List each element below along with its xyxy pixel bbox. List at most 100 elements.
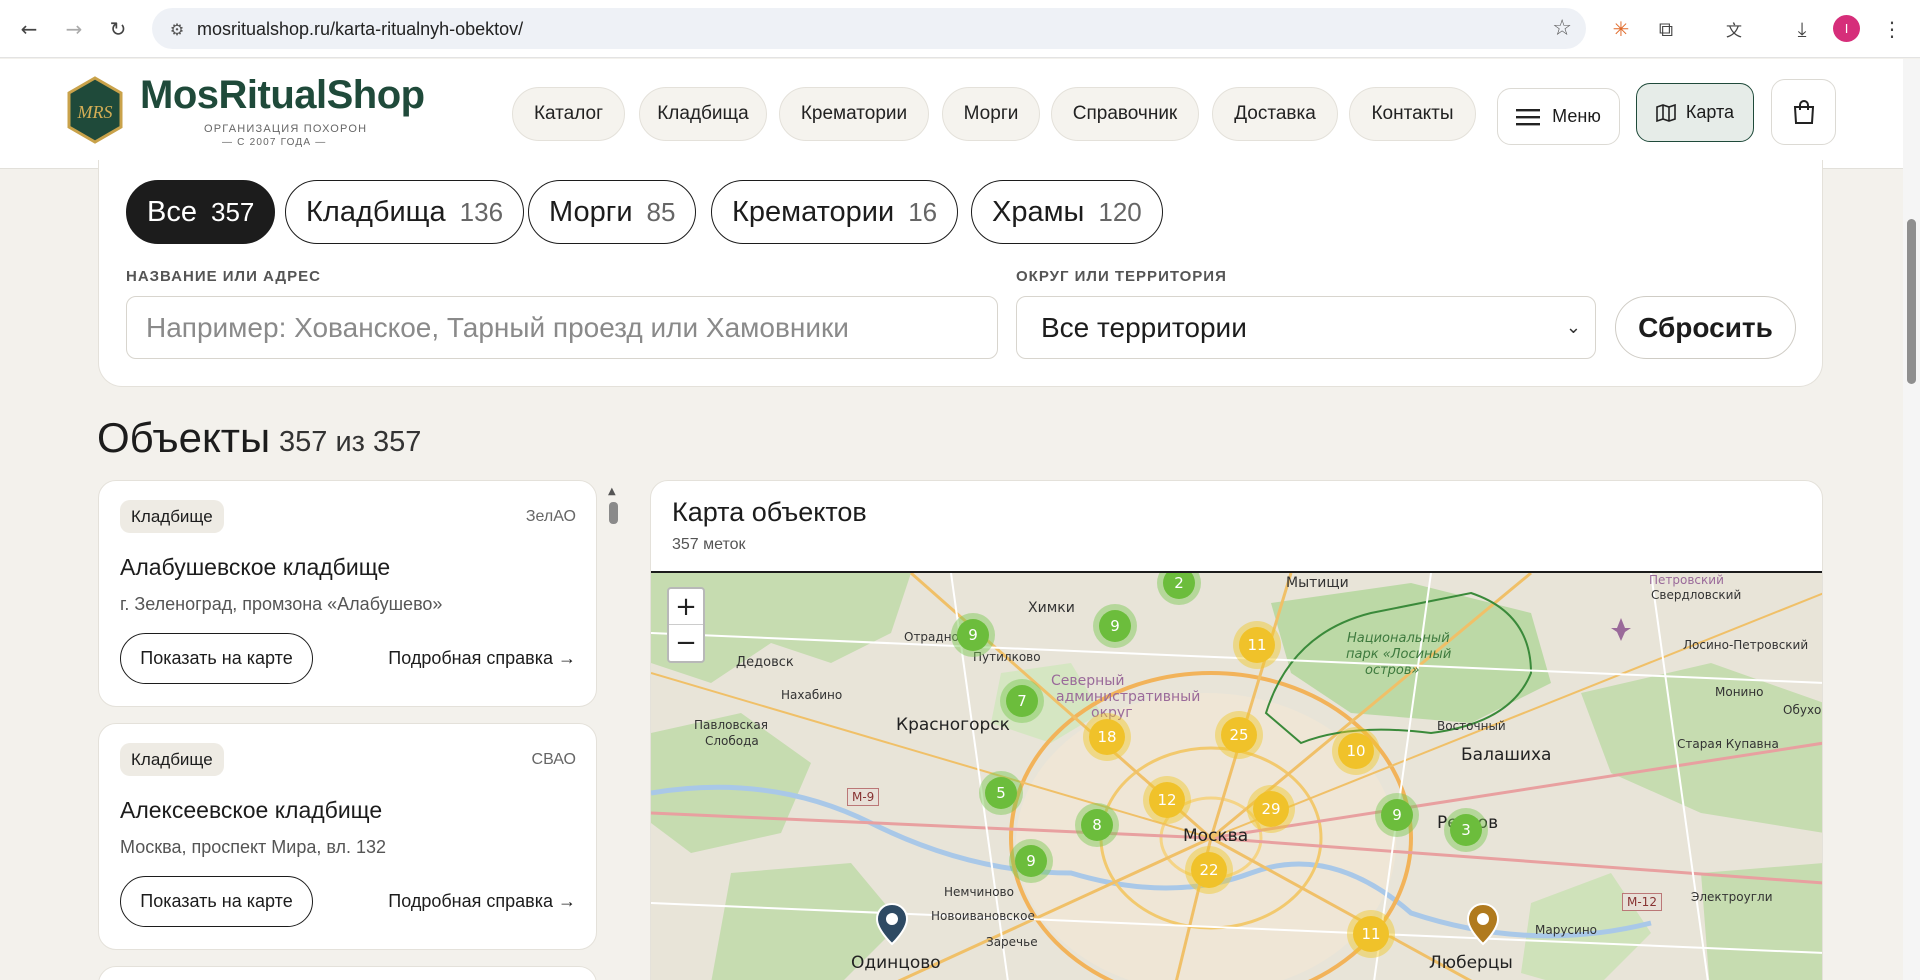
- map-cluster[interactable]: 9: [951, 613, 995, 657]
- object-district: ЗелАО: [525, 508, 576, 525]
- download-icon[interactable]: ⤓: [1787, 14, 1817, 44]
- object-card: Кладбище ЗелАО Алабушевское кладбище г. …: [98, 480, 597, 707]
- chip-label: Кладбища: [306, 195, 446, 228]
- map-cluster[interactable]: 11: [1347, 910, 1395, 958]
- chip-count: 16: [908, 196, 938, 227]
- filter-chip-morgues[interactable]: Морги 85: [528, 180, 697, 244]
- show-on-map-button[interactable]: Показать на карте: [120, 876, 313, 927]
- scroll-up-icon[interactable]: ▲: [608, 486, 616, 497]
- filter-chip-cemeteries[interactable]: Кладбища 136: [285, 180, 525, 244]
- nav-cemeteries[interactable]: Кладбища: [639, 87, 767, 141]
- road-shield: М-9: [847, 788, 880, 806]
- map-cluster[interactable]: 18: [1083, 713, 1131, 761]
- url-text[interactable]: mosritualshop.ru/karta-ritualnyh-obektov…: [197, 19, 523, 40]
- map-label: Химки: [1028, 600, 1075, 616]
- map-cluster[interactable]: 3: [1444, 808, 1488, 852]
- nav-contacts[interactable]: Контакты: [1349, 87, 1476, 141]
- shopping-bag-icon: [1793, 100, 1814, 124]
- map-label: парк «Лосиный: [1346, 647, 1452, 662]
- cluster-count: 7: [1006, 685, 1038, 717]
- cluster-count: 29: [1253, 791, 1289, 827]
- browser-menu-icon[interactable]: ⋮: [1877, 14, 1907, 44]
- map-label: Северный: [1051, 673, 1125, 689]
- map-button[interactable]: Карта: [1636, 83, 1754, 142]
- map-button-label: Карта: [1685, 102, 1735, 122]
- zoom-out-button[interactable]: −: [669, 625, 703, 661]
- map-title: Карта объектов: [672, 497, 867, 527]
- details-link[interactable]: Подробная справка →: [388, 891, 576, 912]
- nav-catalog[interactable]: Каталог: [512, 87, 625, 141]
- map-canvas[interactable]: + − Мытищи Химки Петровский Свердловский…: [651, 571, 1822, 980]
- logo-title[interactable]: MosRitualShop: [140, 73, 425, 118]
- object-type-tag: Кладбище: [120, 743, 224, 776]
- cart-button[interactable]: [1771, 79, 1836, 145]
- map-label: Новоивановское: [931, 909, 1035, 923]
- map-label: Электроугли: [1691, 890, 1773, 904]
- menu-label: Меню: [1552, 106, 1601, 126]
- menu-button[interactable]: Меню: [1497, 88, 1620, 145]
- map-cluster[interactable]: 10: [1332, 727, 1380, 775]
- map-label: Обухово: [1783, 703, 1822, 717]
- extensions-puzzle-icon[interactable]: ⧉: [1651, 14, 1681, 44]
- svg-text:MRS: MRS: [77, 102, 113, 122]
- filter-chip-temples[interactable]: Храмы 120: [971, 180, 1163, 244]
- map-label: Дедовск: [736, 655, 794, 670]
- map-cluster[interactable]: 9: [1009, 839, 1053, 883]
- map-cluster[interactable]: 29: [1247, 785, 1295, 833]
- list-scrollbar[interactable]: ▲: [607, 486, 619, 980]
- translate-icon[interactable]: 文: [1719, 14, 1749, 44]
- nav-morgues[interactable]: Морги: [942, 87, 1040, 141]
- object-name: Алексеевское кладбище: [120, 797, 383, 823]
- map-cluster[interactable]: 7: [1000, 679, 1044, 723]
- extension-icon[interactable]: ✳: [1606, 14, 1636, 44]
- district-select[interactable]: Все территории ⌄: [1016, 296, 1596, 359]
- show-on-map-button[interactable]: Показать на карте: [120, 633, 313, 684]
- profile-avatar[interactable]: I: [1833, 15, 1860, 42]
- object-card: Кладбище СВАО Алексеевское кладбище Моск…: [98, 723, 597, 950]
- map-label: Мытищи: [1286, 575, 1349, 591]
- object-name: Алабушевское кладбище: [120, 554, 391, 580]
- cluster-count: 25: [1221, 717, 1257, 753]
- map-cluster[interactable]: 11: [1233, 621, 1281, 669]
- object-card: [98, 966, 597, 980]
- address-bar[interactable]: ⚙ mosritualshop.ru/karta-ritualnyh-obekt…: [152, 8, 1586, 49]
- map-cluster[interactable]: 25: [1215, 711, 1263, 759]
- list-scrollbar-thumb[interactable]: [609, 502, 618, 524]
- map-pin-icon[interactable]: [1466, 902, 1500, 946]
- map-cluster[interactable]: 12: [1143, 776, 1191, 824]
- site-info-icon[interactable]: ⚙: [166, 18, 188, 40]
- reload-icon[interactable]: ↻: [103, 14, 133, 44]
- object-address: г. Зеленоград, промзона «Алабушево»: [120, 594, 443, 614]
- filter-chip-all[interactable]: Все 357: [126, 180, 276, 244]
- page-scrollbar[interactable]: [1903, 59, 1920, 980]
- logo-icon[interactable]: MRS: [66, 76, 124, 144]
- object-district: СВАО: [531, 751, 576, 768]
- nav-directory[interactable]: Справочник: [1051, 87, 1199, 141]
- map-label: Немчиновo: [944, 885, 1014, 899]
- zoom-in-button[interactable]: +: [669, 589, 703, 625]
- map-cluster[interactable]: 9: [1093, 604, 1137, 648]
- back-icon[interactable]: ←: [14, 14, 44, 44]
- objects-title: Объекты: [97, 414, 271, 461]
- chevron-down-icon: ⌄: [1565, 317, 1581, 338]
- cluster-count: 12: [1149, 782, 1185, 818]
- details-link[interactable]: Подробная справка →: [388, 648, 576, 669]
- chip-label: Крематории: [732, 195, 895, 228]
- map-cluster[interactable]: 9: [1375, 793, 1419, 837]
- cluster-count: 10: [1338, 733, 1374, 769]
- nav-delivery[interactable]: Доставка: [1212, 87, 1338, 141]
- forward-icon[interactable]: →: [59, 14, 89, 44]
- map-cluster[interactable]: 8: [1075, 803, 1119, 847]
- object-type-tag: Кладбище: [120, 500, 224, 533]
- map-cluster[interactable]: 22: [1185, 846, 1233, 894]
- filter-chip-crematoria[interactable]: Крематории 16: [711, 180, 959, 244]
- reset-button[interactable]: Сбросить: [1615, 296, 1796, 359]
- map-label: административный: [1056, 689, 1201, 705]
- name-search-input[interactable]: [126, 296, 998, 359]
- map-pin-icon[interactable]: [875, 902, 909, 946]
- page-scrollbar-thumb[interactable]: [1907, 219, 1916, 384]
- map-cluster[interactable]: 5: [979, 771, 1023, 815]
- cluster-count: 3: [1450, 814, 1482, 846]
- bookmark-star-icon[interactable]: ☆: [1552, 16, 1572, 41]
- nav-crematoria[interactable]: Крематории: [779, 87, 929, 141]
